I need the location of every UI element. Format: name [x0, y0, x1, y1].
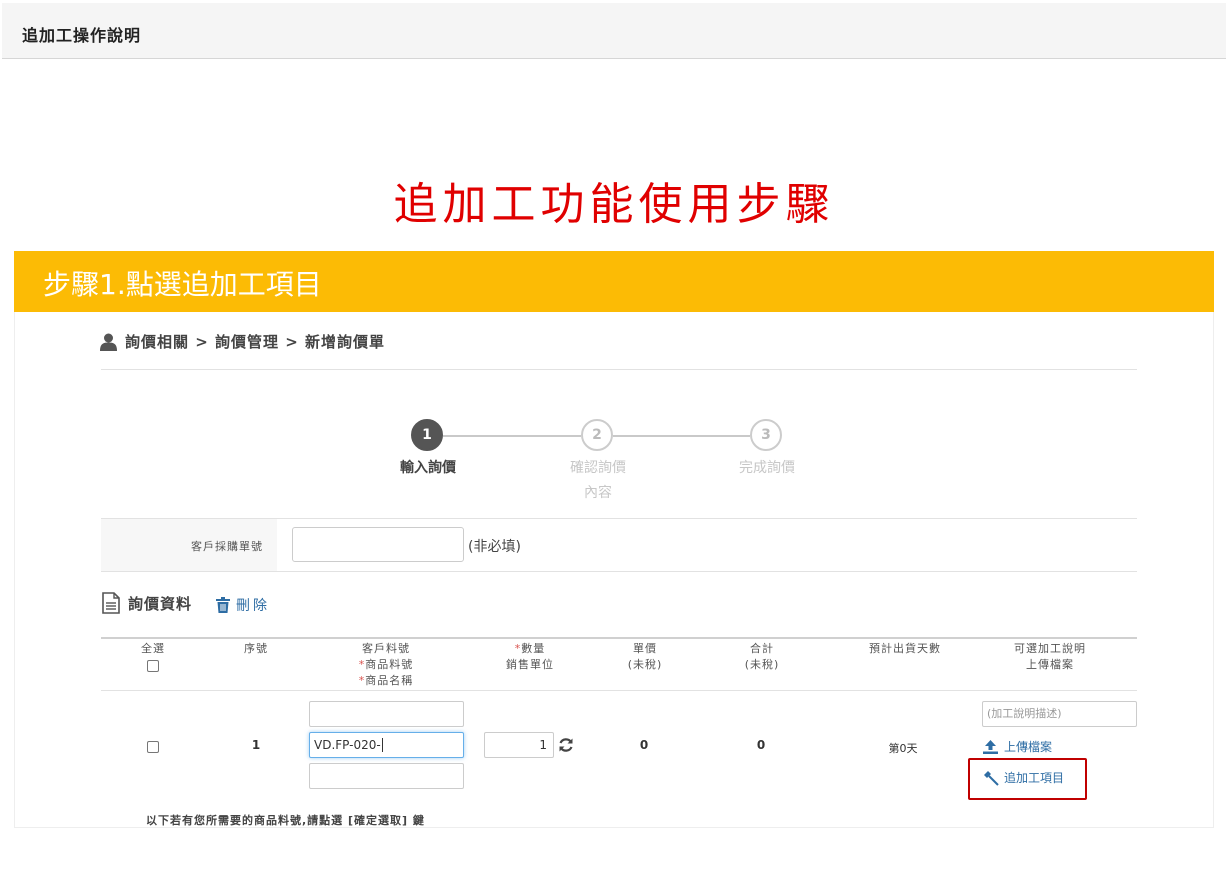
row-total: 0: [756, 738, 766, 752]
page-header-title: 追加工操作說明: [22, 26, 142, 45]
divider: [101, 571, 1137, 572]
delete-label: 刪除: [236, 598, 270, 614]
step-connector: [613, 435, 750, 437]
row-unit-price: 0: [639, 738, 649, 752]
inquiry-section-title: 詢價資料: [128, 594, 193, 613]
th-unit-price-sub: (未稅): [627, 658, 663, 671]
row-checkbox[interactable]: [147, 741, 159, 753]
po-number-input[interactable]: [292, 527, 464, 562]
step-2-label: 確認詢價: [570, 460, 626, 476]
table-header-top-border: [101, 637, 1137, 639]
po-number-label: 客戶採購單號: [191, 540, 263, 553]
step-1-circle: 1: [411, 419, 443, 451]
divider: [101, 369, 1137, 370]
step-3-circle: 3: [750, 419, 782, 451]
th-upload: 上傳檔案: [1026, 658, 1074, 671]
step-2-label-line2: 內容: [584, 485, 612, 501]
extra-process-label: 追加工項目: [1004, 771, 1065, 785]
top-bar: 追加工操作說明: [2, 3, 1226, 59]
product-name-input[interactable]: [309, 763, 464, 789]
th-unit-price: 單價: [633, 642, 657, 655]
step-banner-text: 步驟1.點選追加工項目: [43, 268, 322, 301]
step-banner: 步驟1.點選追加工項目: [14, 251, 1214, 312]
upload-icon: [983, 739, 998, 754]
th-extra-desc: 可選加工說明: [1014, 642, 1086, 655]
th-seq: 序號: [244, 642, 268, 655]
th-product-part: *商品料號: [358, 658, 414, 671]
table-header-bottom-border: [101, 690, 1137, 691]
extra-process-link[interactable]: 追加工項目: [983, 769, 1064, 786]
th-quantity: *數量: [514, 642, 546, 655]
th-select-all: 全選: [141, 642, 165, 655]
delete-button[interactable]: 刪除: [216, 595, 270, 615]
inquiry-section-header: 詢價資料: [101, 592, 192, 614]
th-product-name: *商品名稱: [358, 674, 414, 687]
step-2-circle: 2: [581, 419, 613, 451]
quantity-input[interactable]: 1: [484, 732, 554, 758]
select-all-checkbox[interactable]: [147, 660, 159, 672]
document-icon: [102, 592, 120, 614]
step-1-label: 輸入詢價: [400, 460, 456, 476]
th-ship-days: 預計出貨天數: [869, 642, 941, 655]
row-seq: 1: [251, 738, 261, 752]
product-part-input[interactable]: VD.FP-020-: [309, 732, 464, 758]
main-title: 追加工功能使用步驟: [393, 179, 835, 230]
extra-desc-input[interactable]: (加工說明描述): [982, 701, 1137, 727]
breadcrumb: 詢價相關 > 詢價管理 > 新增詢價單: [100, 331, 385, 352]
th-total-sub: (未稅): [744, 658, 780, 671]
breadcrumb-text: 詢價相關 > 詢價管理 > 新增詢價單: [125, 333, 386, 351]
user-icon: [100, 333, 117, 351]
th-customer-part: 客戶料號: [362, 642, 410, 655]
upload-file-link[interactable]: 上傳檔案: [983, 738, 1052, 755]
trash-icon: [216, 597, 230, 613]
hammer-icon: [984, 770, 999, 786]
customer-part-input[interactable]: [309, 701, 464, 727]
th-sales-unit: 銷售單位: [506, 658, 554, 671]
row-ship-days: 第0天: [888, 742, 918, 755]
th-total: 合計: [750, 642, 774, 655]
refresh-icon[interactable]: [558, 737, 574, 753]
upload-file-label: 上傳檔案: [1004, 740, 1053, 754]
step-3-label: 完成詢價: [739, 460, 795, 476]
po-optional-hint: (非必填): [468, 539, 521, 555]
step-connector: [443, 435, 581, 437]
selection-note: 以下若有您所需要的商品料號,請點選 [確定選取] 鍵: [146, 814, 425, 827]
